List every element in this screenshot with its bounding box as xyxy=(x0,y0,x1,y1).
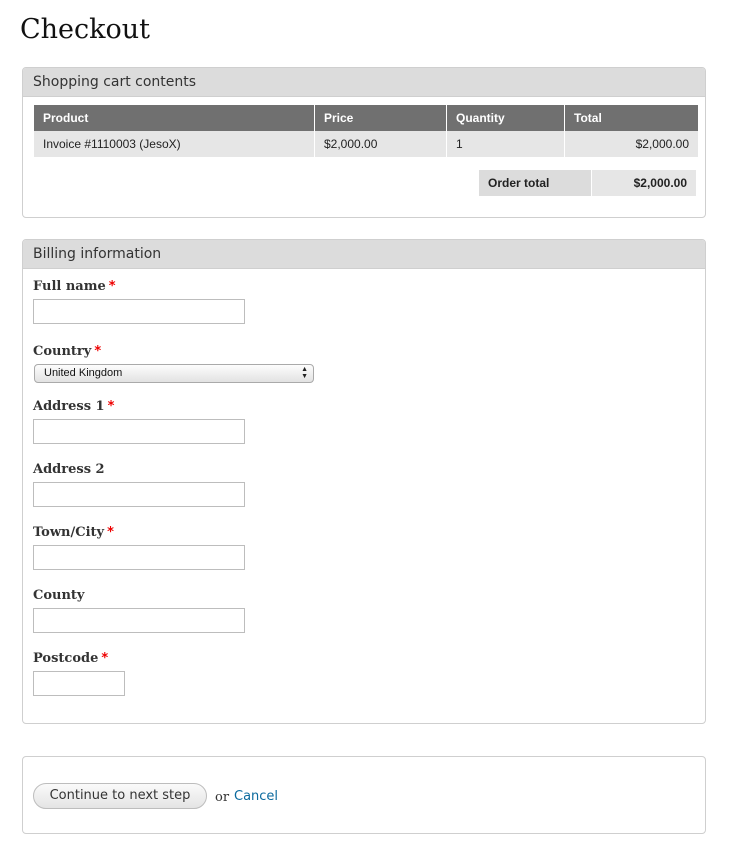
country-select[interactable]: United Kingdom ▲ ▼ xyxy=(34,364,314,383)
county-label-text: County xyxy=(33,588,85,603)
required-marker: * xyxy=(94,344,102,359)
page-title: Checkout xyxy=(20,14,151,45)
county-label: County xyxy=(33,588,84,603)
country-selected-value: United Kingdom xyxy=(44,367,123,379)
address2-label: Address 2 xyxy=(33,462,105,477)
town-label: Town/City * xyxy=(33,525,114,540)
billing-pane: Billing information Full name * Country * … xyxy=(22,239,706,724)
col-quantity: Quantity xyxy=(446,105,565,131)
address2-label-text: Address 2 xyxy=(33,462,105,477)
required-marker: * xyxy=(107,525,114,540)
col-total: Total xyxy=(564,105,698,131)
town-input[interactable] xyxy=(33,545,245,570)
full-name-input[interactable] xyxy=(33,299,245,324)
cell-product: Invoice #1110003 (JesoX) xyxy=(34,131,315,157)
or-text: or xyxy=(215,790,230,805)
country-label: Country * xyxy=(33,344,101,359)
select-arrows-icon: ▲ ▼ xyxy=(301,366,308,380)
address1-label-text: Address 1 xyxy=(33,399,105,414)
country-label-text: Country xyxy=(33,344,92,359)
postcode-label-text: Postcode xyxy=(33,651,99,666)
cell-quantity: 1 xyxy=(446,131,565,157)
town-label-text: Town/City xyxy=(33,525,105,540)
county-input[interactable] xyxy=(33,608,245,633)
order-total-label: Order total xyxy=(479,170,591,196)
required-marker: * xyxy=(107,399,115,414)
order-total-value: $2,000.00 xyxy=(592,170,696,196)
required-marker: * xyxy=(101,651,109,666)
table-row: Invoice #1110003 (JesoX) $2,000.00 1 $2,… xyxy=(34,131,698,157)
cart-pane: Shopping cart contents Product Price Qua… xyxy=(22,67,706,218)
cancel-link[interactable]: Cancel xyxy=(234,789,278,804)
cart-pane-header: Shopping cart contents xyxy=(23,68,705,97)
full-name-label: Full name * xyxy=(33,279,116,294)
cart-header-row: Product Price Quantity Total xyxy=(34,105,698,131)
order-total: Order total $2,000.00 xyxy=(479,170,696,196)
col-product: Product xyxy=(34,105,315,131)
cart-table: Product Price Quantity Total Invoice #11… xyxy=(34,105,698,157)
cell-price: $2,000.00 xyxy=(314,131,447,157)
cell-total: $2,000.00 xyxy=(564,131,698,157)
postcode-label: Postcode * xyxy=(33,651,108,666)
col-price: Price xyxy=(314,105,447,131)
full-name-label-text: Full name xyxy=(33,279,106,294)
postcode-input[interactable] xyxy=(33,671,125,696)
address1-label: Address 1 * xyxy=(33,399,114,414)
continue-button[interactable]: Continue to next step xyxy=(33,783,207,809)
address2-input[interactable] xyxy=(33,482,245,507)
billing-pane-header: Billing information xyxy=(23,240,705,269)
actions-pane: Continue to next step or Cancel xyxy=(22,756,706,834)
address1-input[interactable] xyxy=(33,419,245,444)
required-marker: * xyxy=(108,279,116,294)
